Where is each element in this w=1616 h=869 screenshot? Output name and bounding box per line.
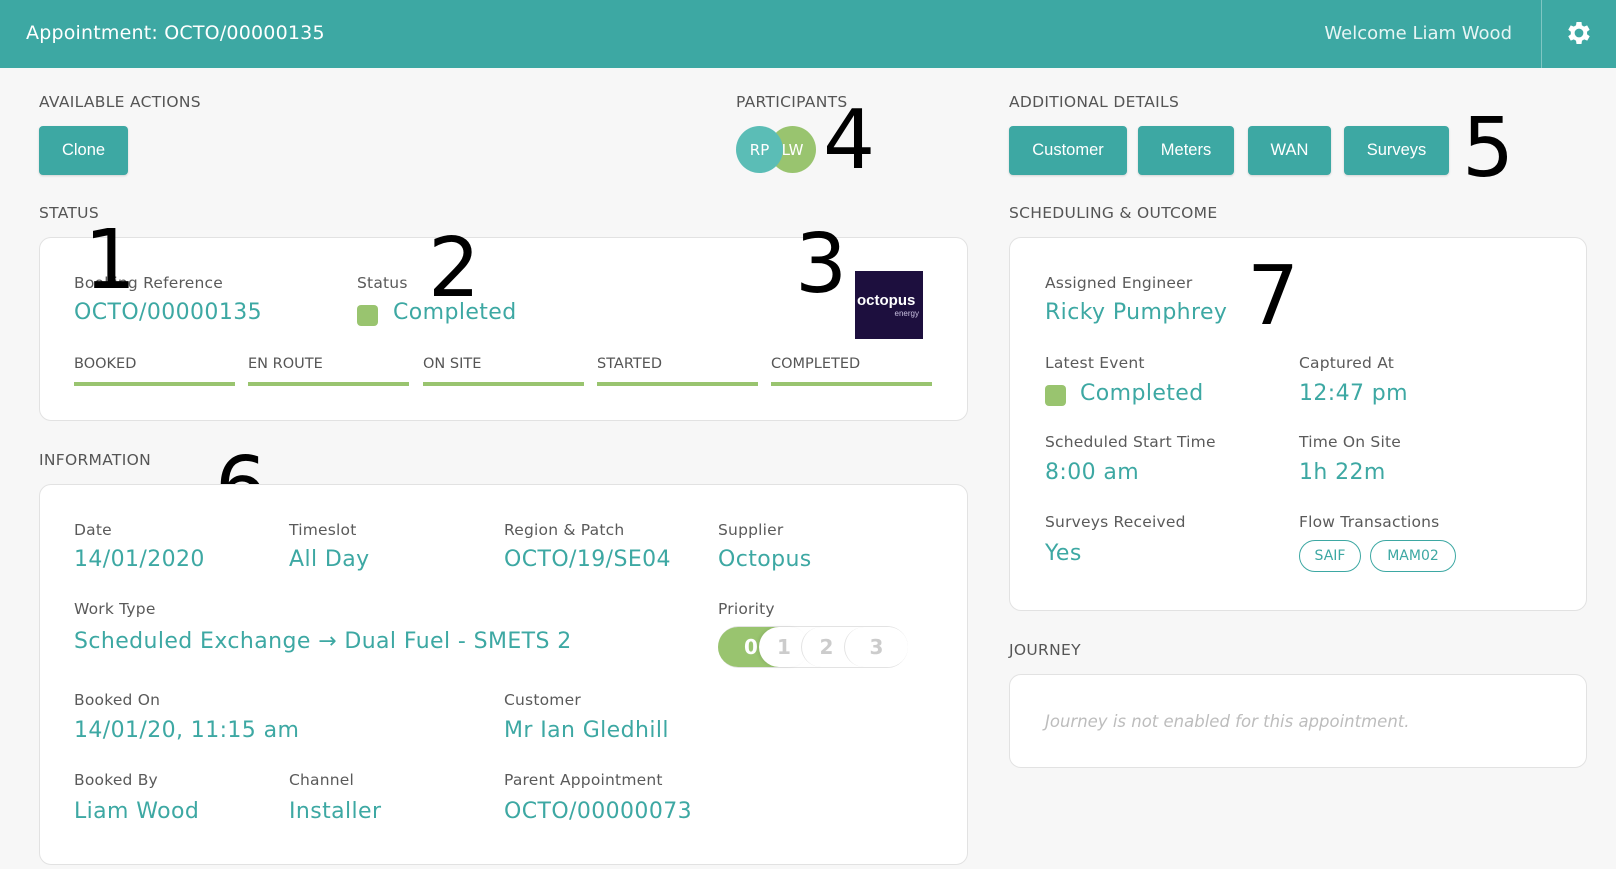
surveys-button[interactable]: Surveys — [1344, 126, 1449, 175]
annotation-1: 1 — [84, 213, 137, 308]
page-title: Appointment: OCTO/00000135 — [26, 22, 325, 44]
captured-at-value: 12:47 pm — [1299, 381, 1408, 406]
additional-details-label: ADDITIONAL DETAILS — [1009, 93, 1180, 111]
region-patch-label: Region & Patch — [504, 521, 625, 539]
latest-event-indicator — [1045, 385, 1066, 406]
gear-icon[interactable] — [1564, 18, 1594, 48]
stage-completed: COMPLETED — [771, 356, 861, 372]
work-type-value: Scheduled Exchange → Dual Fuel - SMETS 2 — [74, 629, 572, 654]
avatar[interactable]: RP — [736, 126, 783, 173]
stage-booked: BOOKED — [74, 356, 137, 372]
parent-appointment-link[interactable]: OCTO/00000073 — [504, 799, 692, 824]
channel-label: Channel — [289, 771, 355, 789]
supplier-value: Octopus — [718, 547, 812, 572]
journey-message: Journey is not enabled for this appointm… — [1045, 712, 1410, 731]
flow-tag-mam02[interactable]: MAM02 — [1370, 540, 1456, 572]
captured-at-label: Captured At — [1299, 354, 1395, 372]
surveys-received-value: Yes — [1045, 541, 1082, 566]
priority-selector[interactable]: 0 1 2 3 — [718, 626, 908, 668]
status-label: Status — [357, 274, 408, 292]
supplier-label: Supplier — [718, 521, 784, 539]
customer-value: Mr Ian Gledhill — [504, 718, 669, 743]
status-indicator — [357, 305, 378, 326]
stage-started: STARTED — [597, 356, 663, 372]
stage-en-route-bar — [248, 382, 409, 386]
booked-on-value: 14/01/20, 11:15 am — [74, 718, 300, 743]
welcome-text: Welcome Liam Wood — [1324, 23, 1512, 44]
available-actions-label: AVAILABLE ACTIONS — [39, 93, 201, 111]
information-section-label: INFORMATION — [39, 451, 151, 469]
clone-button[interactable]: Clone — [39, 126, 128, 175]
stage-booked-bar — [74, 382, 235, 386]
scheduled-start-value: 8:00 am — [1045, 460, 1140, 485]
timeslot-label: Timeslot — [289, 521, 357, 539]
top-bar: Appointment: OCTO/00000135 Welcome Liam … — [0, 0, 1616, 68]
supplier-logo: octopus energy — [855, 271, 923, 339]
stage-on-site: ON SITE — [423, 356, 482, 372]
scheduling-outcome-label: SCHEDULING & OUTCOME — [1009, 204, 1218, 222]
flow-tag-saif[interactable]: SAIF — [1299, 540, 1361, 572]
date-value: 14/01/2020 — [74, 547, 205, 572]
annotation-5: 5 — [1462, 101, 1515, 196]
surveys-received-label: Surveys Received — [1045, 513, 1186, 531]
time-on-site-label: Time On Site — [1299, 433, 1401, 451]
scheduled-start-label: Scheduled Start Time — [1045, 433, 1216, 451]
parent-appointment-label: Parent Appointment — [504, 771, 663, 789]
logo-text: octopus — [857, 292, 916, 309]
assigned-engineer-value: Ricky Pumphrey — [1045, 300, 1228, 325]
wan-button[interactable]: WAN — [1248, 126, 1331, 175]
assigned-engineer-label: Assigned Engineer — [1045, 274, 1193, 292]
journey-section-label: JOURNEY — [1009, 641, 1081, 659]
customer-label: Customer — [504, 691, 581, 709]
flow-transactions-label: Flow Transactions — [1299, 513, 1440, 531]
header-divider — [1541, 0, 1542, 68]
channel-value: Installer — [289, 799, 382, 824]
timeslot-value: All Day — [289, 547, 370, 572]
date-label: Date — [74, 521, 112, 539]
customer-button[interactable]: Customer — [1009, 126, 1127, 175]
annotation-4: 4 — [823, 93, 876, 188]
meters-button[interactable]: Meters — [1138, 126, 1234, 175]
annotation-7: 7 — [1247, 249, 1300, 344]
annotation-3: 3 — [795, 217, 848, 312]
latest-event-value: Completed — [1080, 381, 1204, 406]
work-type-label: Work Type — [74, 600, 156, 618]
booked-by-value: Liam Wood — [74, 799, 200, 824]
stage-en-route: EN ROUTE — [248, 356, 323, 372]
priority-label: Priority — [718, 600, 775, 618]
booked-on-label: Booked On — [74, 691, 161, 709]
annotation-2: 2 — [428, 221, 481, 316]
latest-event-label: Latest Event — [1045, 354, 1145, 372]
stage-on-site-bar — [423, 382, 584, 386]
stage-completed-bar — [771, 382, 932, 386]
region-patch-value: OCTO/19/SE04 — [504, 547, 671, 572]
booked-by-label: Booked By — [74, 771, 158, 789]
time-on-site-value: 1h 22m — [1299, 460, 1386, 485]
priority-option-3[interactable]: 3 — [844, 627, 908, 667]
logo-subtext: energy — [894, 309, 919, 318]
stage-started-bar — [597, 382, 758, 386]
